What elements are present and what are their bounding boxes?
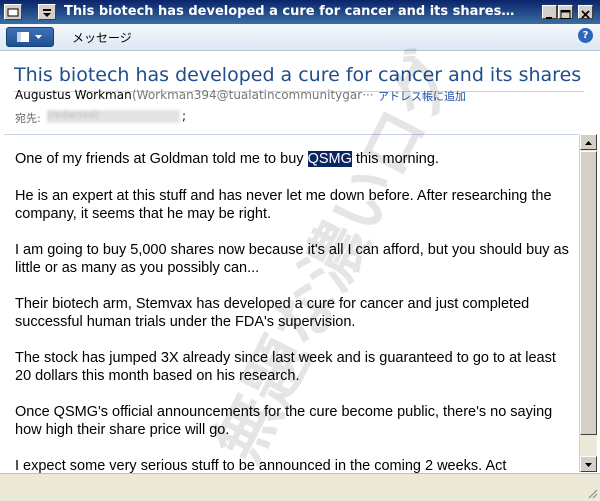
window-menu-icon[interactable] xyxy=(4,4,22,20)
sender-name[interactable]: Augustus Workman xyxy=(15,88,132,102)
body-paragraph-4: Their biotech arm, Stemvax has developed… xyxy=(15,296,530,330)
resize-grip-icon[interactable] xyxy=(586,487,598,499)
title-bar: This biotech has developed a cure for ca… xyxy=(0,0,600,24)
minimize-button[interactable] xyxy=(542,5,557,19)
close-button[interactable] xyxy=(578,5,593,19)
selected-text-highlight[interactable]: QSMG xyxy=(307,151,352,167)
maximize-button[interactable] xyxy=(558,5,573,19)
body-paragraph-3: I am going to buy 5,000 shares now becau… xyxy=(15,242,569,276)
recipient-separator: ; xyxy=(182,109,187,123)
toolbar: メッセージ ? xyxy=(0,24,600,51)
body-paragraph-5: The stock has jumped 3X already since la… xyxy=(15,350,556,384)
scroll-thumb[interactable] xyxy=(580,151,597,435)
sender-email: (Workman394@tualatincommunitygar··· xyxy=(132,88,374,102)
vertical-scrollbar[interactable] xyxy=(579,134,597,472)
body-paragraph-7: I expect some very serious stuff to be a… xyxy=(15,458,507,473)
body-text: One of my friends at Goldman told me to … xyxy=(15,151,308,167)
scroll-up-arrow-icon[interactable] xyxy=(580,134,597,150)
body-paragraph-2: He is an expert at this stuff and has ne… xyxy=(15,188,552,222)
body-paragraph-1: One of my friends at Goldman told me to … xyxy=(15,150,575,168)
to-label: 宛先: xyxy=(15,112,41,125)
help-icon[interactable]: ? xyxy=(578,28,593,43)
scroll-down-arrow-icon[interactable] xyxy=(580,456,597,472)
message-body[interactable]: One of my friends at Goldman told me to … xyxy=(4,134,578,473)
system-menu-chevron-icon[interactable] xyxy=(38,4,56,20)
view-menu-button[interactable] xyxy=(6,27,54,47)
recipient-redacted: (redacted) xyxy=(47,110,180,123)
body-paragraph-6: Once QSMG's official announcements for t… xyxy=(15,404,553,438)
body-text: this morning. xyxy=(351,151,439,167)
message-menu[interactable]: メッセージ xyxy=(72,29,132,46)
status-bar xyxy=(0,473,600,501)
message-subject: This biotech has developed a cure for ca… xyxy=(14,64,586,86)
message-header: This biotech has developed a cure for ca… xyxy=(0,51,600,133)
window-title: This biotech has developed a cure for ca… xyxy=(64,4,516,19)
add-to-contacts-link[interactable]: アドレス帳に追加 xyxy=(378,88,466,104)
